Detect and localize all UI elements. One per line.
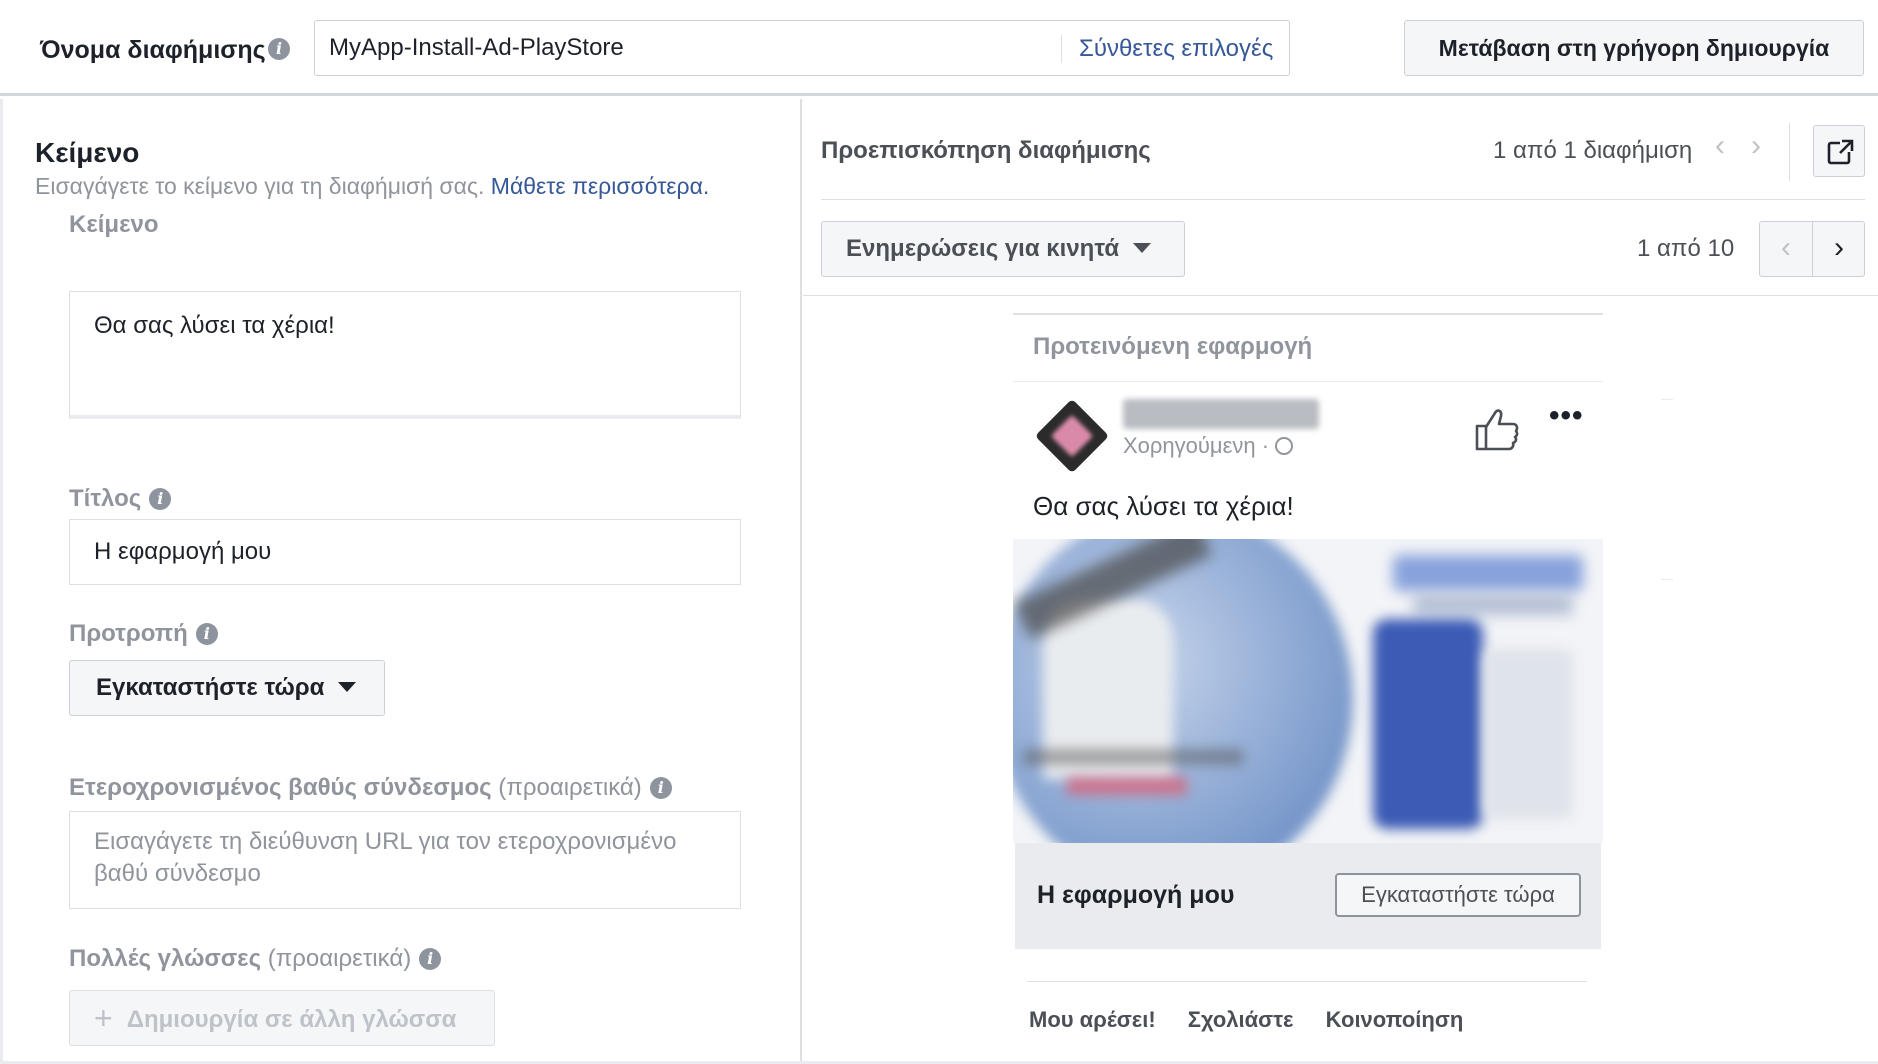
- chevron-left-icon[interactable]: ‹: [1715, 129, 1725, 163]
- languages-label-text: Πολλές γλώσσες: [69, 945, 262, 972]
- ad-name-label: Όνομα διαφήμισης i: [40, 36, 290, 65]
- placement-count: 1 από 10: [1637, 235, 1735, 262]
- decor-line: [1661, 399, 1673, 400]
- divider: [821, 199, 1865, 200]
- post-text: Θα σας λύσει τα χέρια!: [1033, 491, 1294, 521]
- info-icon[interactable]: i: [649, 777, 672, 799]
- share-action[interactable]: Κοινοποίηση: [1326, 1007, 1464, 1032]
- sponsored-label: Χορηγούμενη ·: [1123, 433, 1294, 459]
- cta-label: Προτροπή i: [69, 620, 218, 648]
- info-icon[interactable]: i: [149, 488, 172, 510]
- info-icon[interactable]: i: [268, 38, 290, 60]
- field-divider: [1061, 35, 1062, 63]
- section-subtitle-text: Εισαγάγετε το κείμενο για τη διαφήμισή σ…: [35, 173, 485, 199]
- image-text-blur: [1023, 749, 1243, 765]
- image-phone: [1373, 619, 1483, 829]
- plus-icon: +: [94, 1000, 113, 1036]
- deeplink-label: Ετεροχρονισμένος βαθύς σύνδεσμος (προαιρ…: [69, 774, 672, 802]
- cta-dropdown[interactable]: Εγκαταστήστε τώρα: [69, 660, 385, 716]
- image-label-blur: [1393, 555, 1583, 591]
- ad-name-field: Σύνθετες επιλογές: [314, 20, 1290, 76]
- languages-label: Πολλές γλώσσες (προαιρετικά) i: [69, 945, 442, 973]
- placement-pager: ‹ ›: [1759, 221, 1865, 277]
- title-label: Τίτλος i: [69, 485, 172, 513]
- deeplink-label-text: Ετεροχρονισμένος βαθύς σύνδεσμος: [69, 774, 492, 801]
- open-preview-button[interactable]: [1813, 125, 1865, 177]
- deeplink-input[interactable]: Εισαγάγετε τη διεύθυνση URL για τον ετερ…: [69, 811, 741, 909]
- ad-image: [1013, 539, 1603, 843]
- create-language-label: Δημιουργία σε άλλη γλώσσα: [126, 1006, 457, 1033]
- comment-action[interactable]: Σχολιάστε: [1188, 1007, 1294, 1032]
- placement-dropdown[interactable]: Ενημερώσεις για κινητά: [821, 221, 1185, 277]
- placement-dropdown-value: Ενημερώσεις για κινητά: [846, 235, 1120, 262]
- caret-down-icon: [338, 682, 357, 692]
- image-apps-screen: [1483, 649, 1573, 819]
- section-subtitle: Εισαγάγετε το κείμενο για τη διαφήμισή σ…: [35, 173, 709, 200]
- info-icon[interactable]: i: [195, 623, 218, 645]
- section-title: Κείμενο: [35, 137, 140, 168]
- ad-name-input[interactable]: [315, 21, 1055, 75]
- ad-preview-panel: Προεπισκόπηση διαφήμισης 1 από 1 διαφήμι…: [803, 99, 1878, 1061]
- divider: [803, 295, 1878, 296]
- app-title: Η εφαρμογή μου: [1037, 881, 1235, 909]
- text-textarea[interactable]: Θα σας λύσει τα χέρια!: [69, 291, 741, 419]
- image-label-blur: [1413, 595, 1573, 615]
- next-placement-button[interactable]: ›: [1813, 222, 1865, 276]
- text-label: Κείμενο: [69, 211, 159, 238]
- like-action[interactable]: Μου αρέσει!: [1029, 1007, 1156, 1032]
- external-link-icon: [1827, 138, 1856, 165]
- ad-preview-card: Προτεινόμενη εφαρμογή Χορηγούμενη · ••• …: [1013, 313, 1603, 1061]
- preview-title: Προεπισκόπηση διαφήμισης: [821, 137, 1151, 164]
- cta-bar: Η εφαρμογή μου Εγκαταστήστε τώρα: [1015, 843, 1601, 949]
- caret-down-icon: [1133, 243, 1152, 253]
- learn-more-link[interactable]: Μάθετε περισσότερα.: [491, 173, 710, 199]
- thumbs-up-icon[interactable]: [1473, 405, 1521, 453]
- title-label-text: Τίτλος: [69, 485, 142, 512]
- optional-suffix: (προαιρετικά): [498, 774, 642, 801]
- top-bar: Όνομα διαφήμισης i Σύνθετες επιλογές Μετ…: [0, 0, 1878, 96]
- cta-label-text: Προτροπή: [69, 620, 188, 647]
- sponsored-text: Χορηγούμενη ·: [1123, 433, 1270, 458]
- prev-placement-button[interactable]: ‹: [1760, 222, 1812, 276]
- suggested-app-label: Προτεινόμενη εφαρμογή: [1033, 333, 1313, 360]
- title-input[interactable]: Η εφαρμογή μου: [69, 519, 741, 585]
- preview-ad-count: 1 από 1 διαφήμιση: [1493, 137, 1693, 164]
- quick-create-button[interactable]: Μετάβαση στη γρήγορη δημιουργία: [1404, 20, 1864, 76]
- divider: [1013, 381, 1603, 382]
- globe-icon: [1275, 437, 1294, 455]
- divider: [1013, 313, 1603, 315]
- header-divider: [1789, 123, 1790, 181]
- install-now-button[interactable]: Εγκαταστήστε τώρα: [1335, 873, 1581, 917]
- page-name-blurred: [1123, 399, 1319, 429]
- post-actions: Μου αρέσει! Σχολιάστε Κοινοποίηση: [1029, 1007, 1489, 1033]
- info-icon[interactable]: i: [419, 948, 442, 970]
- text-form-panel: Κείμενο Εισαγάγετε το κείμενο για τη δια…: [0, 99, 802, 1061]
- image-text-blur: [1067, 777, 1187, 795]
- advanced-options-link[interactable]: Σύνθετες επιλογές: [1079, 35, 1273, 63]
- optional-suffix: (προαιρετικά): [267, 945, 412, 972]
- decor-line: [1661, 579, 1673, 580]
- create-language-button[interactable]: + Δημιουργία σε άλλη γλώσσα: [69, 990, 495, 1046]
- divider: [1027, 981, 1587, 982]
- chevron-right-icon[interactable]: ›: [1751, 129, 1761, 163]
- ad-name-label-text: Όνομα διαφήμισης: [40, 36, 266, 64]
- cta-dropdown-value: Εγκαταστήστε τώρα: [96, 674, 325, 701]
- more-options-icon[interactable]: •••: [1549, 399, 1584, 433]
